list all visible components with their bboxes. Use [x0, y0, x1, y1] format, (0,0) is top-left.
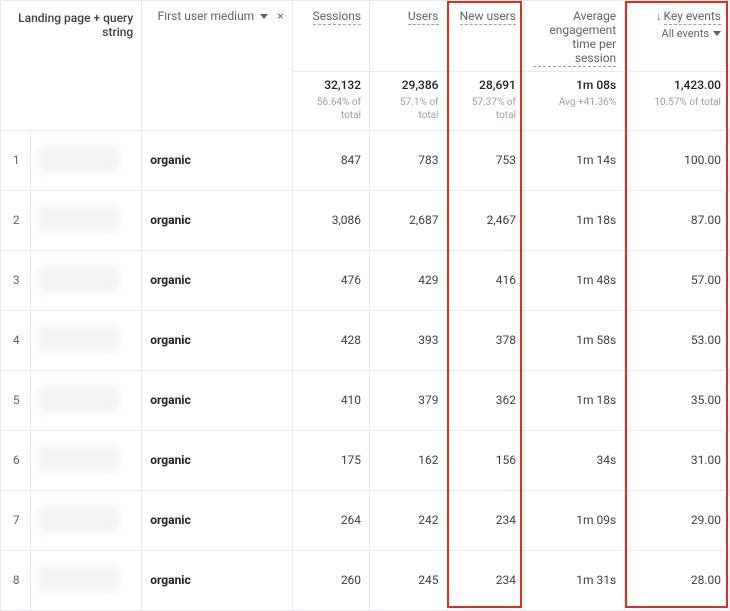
row-index: 6	[1, 430, 31, 490]
key-events-cell: 29.00	[625, 490, 730, 550]
avg-eng-cell: 1m 18s	[524, 370, 624, 430]
secondary-dimension-dropdown[interactable]: First user medium	[158, 9, 269, 23]
chevron-down-icon	[713, 31, 721, 36]
row-index: 7	[1, 490, 31, 550]
column-header-key-events[interactable]: ↓Key events All events	[625, 1, 730, 72]
users-cell: 162	[370, 430, 447, 490]
row-index: 4	[1, 310, 31, 370]
redacted-text	[39, 386, 119, 412]
total-key-events: 1,423.0010.57% of total	[625, 72, 730, 131]
new-users-cell: 753	[447, 130, 524, 190]
avg-eng-cell: 1m 31s	[524, 550, 624, 610]
medium-cell[interactable]: organic	[142, 370, 292, 430]
medium-cell[interactable]: organic	[142, 130, 292, 190]
row-index: 1	[1, 130, 31, 190]
landing-page-cell[interactable]	[30, 550, 142, 610]
total-avg-engagement: 1m 08sAvg +41.36%	[524, 72, 624, 131]
table-row[interactable]: 6 organic17516215634s31.00	[1, 430, 730, 490]
key-events-cell: 35.00	[625, 370, 730, 430]
users-cell: 393	[370, 310, 447, 370]
users-cell: 2,687	[370, 190, 447, 250]
table-row[interactable]: 8 organic2602452341m 31s28.00	[1, 550, 730, 610]
key-events-cell: 28.00	[625, 550, 730, 610]
table-row[interactable]: 1 organic8477837531m 14s100.00	[1, 130, 730, 190]
key-events-filter-dropdown[interactable]: All events	[662, 27, 721, 40]
redacted-text	[39, 566, 119, 592]
sessions-cell: 3,086	[292, 190, 369, 250]
avg-eng-cell: 1m 18s	[524, 190, 624, 250]
table-row[interactable]: 3 organic4764294161m 48s57.00	[1, 250, 730, 310]
new-users-cell: 416	[447, 250, 524, 310]
sessions-cell: 175	[292, 430, 369, 490]
users-cell: 242	[370, 490, 447, 550]
users-cell: 245	[370, 550, 447, 610]
avg-eng-cell: 1m 58s	[524, 310, 624, 370]
sessions-cell: 264	[292, 490, 369, 550]
sessions-cell: 428	[292, 310, 369, 370]
new-users-cell: 378	[447, 310, 524, 370]
new-users-cell: 362	[447, 370, 524, 430]
redacted-text	[39, 446, 119, 472]
redacted-text	[39, 326, 119, 352]
redacted-text	[39, 266, 119, 292]
avg-eng-cell: 1m 09s	[524, 490, 624, 550]
secondary-dimension-header: First user medium ×	[142, 1, 292, 131]
medium-cell[interactable]: organic	[142, 430, 292, 490]
chevron-down-icon	[260, 14, 268, 19]
avg-eng-cell: 1m 48s	[524, 250, 624, 310]
column-header-new-users[interactable]: New users	[447, 1, 524, 72]
new-users-cell: 234	[447, 490, 524, 550]
key-events-cell: 100.00	[625, 130, 730, 190]
table-row[interactable]: 4 organic4283933781m 58s53.00	[1, 310, 730, 370]
landing-page-cell[interactable]	[30, 190, 142, 250]
users-cell: 429	[370, 250, 447, 310]
medium-cell[interactable]: organic	[142, 310, 292, 370]
redacted-text	[39, 206, 119, 232]
row-index: 3	[1, 250, 31, 310]
users-cell: 379	[370, 370, 447, 430]
sessions-cell: 260	[292, 550, 369, 610]
row-index: 2	[1, 190, 31, 250]
total-users: 29,38657.1% of total	[370, 72, 447, 131]
sort-descending-icon: ↓	[656, 10, 662, 23]
table-row[interactable]: 5 organic4103793621m 18s35.00	[1, 370, 730, 430]
landing-page-cell[interactable]	[30, 370, 142, 430]
medium-cell[interactable]: organic	[142, 250, 292, 310]
avg-eng-cell: 34s	[524, 430, 624, 490]
landing-page-cell[interactable]	[30, 130, 142, 190]
table-row[interactable]: 7 organic2642422341m 09s29.00	[1, 490, 730, 550]
key-events-cell: 53.00	[625, 310, 730, 370]
medium-cell[interactable]: organic	[142, 190, 292, 250]
users-cell: 783	[370, 130, 447, 190]
sessions-cell: 476	[292, 250, 369, 310]
new-users-cell: 2,467	[447, 190, 524, 250]
avg-eng-cell: 1m 14s	[524, 130, 624, 190]
column-header-avg-engagement[interactable]: Average engagement time per session	[524, 1, 624, 72]
landing-page-cell[interactable]	[30, 310, 142, 370]
row-index: 8	[1, 550, 31, 610]
landing-page-cell[interactable]	[30, 490, 142, 550]
total-new-users: 28,69157.37% of total	[447, 72, 524, 131]
landing-page-cell[interactable]	[30, 430, 142, 490]
new-users-cell: 156	[447, 430, 524, 490]
key-events-cell: 57.00	[625, 250, 730, 310]
key-events-cell: 87.00	[625, 190, 730, 250]
primary-dimension-header[interactable]: Landing page + query string	[1, 1, 142, 131]
row-index: 5	[1, 370, 31, 430]
table-row[interactable]: 2 organic3,0862,6872,4671m 18s87.00	[1, 190, 730, 250]
new-users-cell: 234	[447, 550, 524, 610]
column-header-users[interactable]: Users	[370, 1, 447, 72]
redacted-text	[39, 506, 119, 532]
sessions-cell: 410	[292, 370, 369, 430]
remove-secondary-dimension-button[interactable]: ×	[277, 9, 283, 23]
sessions-cell: 847	[292, 130, 369, 190]
redacted-text	[39, 146, 119, 172]
medium-cell[interactable]: organic	[142, 490, 292, 550]
total-sessions: 32,13256.64% of total	[292, 72, 369, 131]
report-table: Landing page + query string First user m…	[0, 0, 730, 611]
medium-cell[interactable]: organic	[142, 550, 292, 610]
column-header-sessions[interactable]: Sessions	[292, 1, 369, 72]
landing-page-cell[interactable]	[30, 250, 142, 310]
key-events-cell: 31.00	[625, 430, 730, 490]
